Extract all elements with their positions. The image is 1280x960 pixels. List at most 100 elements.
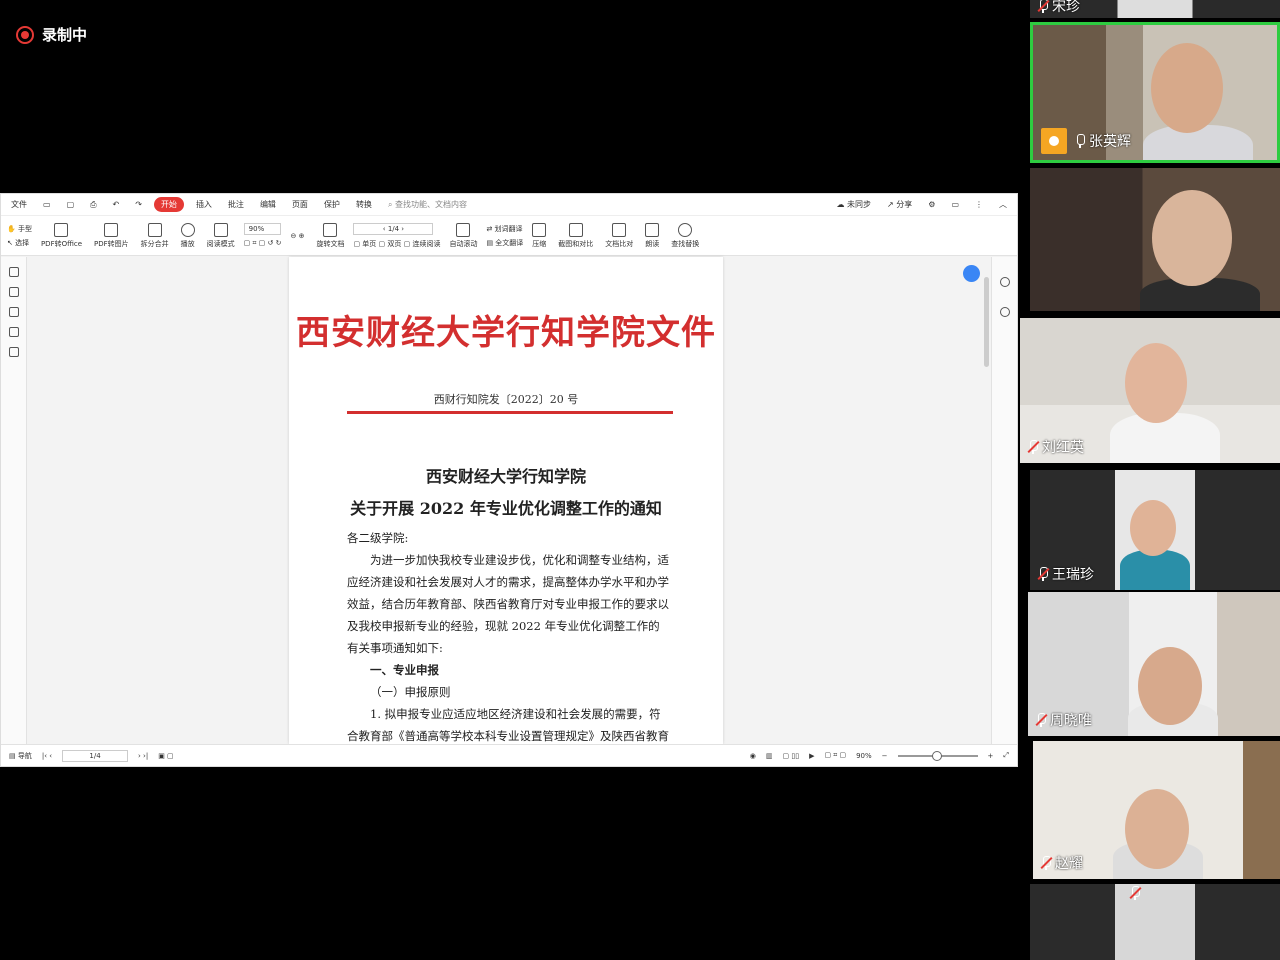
more-icon[interactable]: ⋮ xyxy=(971,198,987,211)
thumbnail-icon[interactable] xyxy=(8,287,19,297)
layout-icon[interactable]: ▥ xyxy=(766,752,773,760)
view-modes[interactable]: ▢ 单页 ▢ 双页 ▢ 连续阅读 xyxy=(353,239,440,249)
participant-name: 刘红英 xyxy=(1027,437,1084,457)
play-icon xyxy=(180,222,195,237)
adjust-icon[interactable] xyxy=(999,307,1010,317)
document-number: 西财行知院发〔2022〕20 号 xyxy=(433,393,579,406)
scroll-icon xyxy=(456,222,471,237)
screenshot-compare-button[interactable]: 截图和对比 xyxy=(555,222,596,249)
collapse-icon[interactable]: ︿ xyxy=(995,197,1011,212)
pdf-to-image-button[interactable]: PDF转图片 xyxy=(91,222,132,249)
share-button[interactable]: ↗ 分享 xyxy=(883,197,916,212)
paragraph-1: 为进一步加快我校专业建设步伐，优化和调整专业结构，适应经济建设和社会发展对人才的… xyxy=(347,553,669,655)
rotate-button[interactable]: 旋转文档 xyxy=(313,222,347,249)
participant-tile[interactable] xyxy=(1030,168,1280,311)
status-bar: ▤ 导航 |‹ ‹ 1/4 › ›| ▣ ▢ ◉ ▥ ▢ ▯▯ ▶ ▢ ⌗ ▢ … xyxy=(1,744,1017,766)
doc-compare-button[interactable]: 文档比对 xyxy=(602,222,636,249)
read-aloud-button[interactable]: 朗读 xyxy=(642,222,662,249)
participant-name: 张英辉 xyxy=(1041,128,1131,154)
print-icon[interactable]: ⎙ xyxy=(86,198,100,212)
zoom-buttons[interactable]: ⊖ ⊕ xyxy=(287,232,307,240)
participant-tile[interactable]: 赵耀 xyxy=(1033,741,1280,879)
split-merge-button[interactable]: 拆分合并 xyxy=(138,222,172,249)
save-icon[interactable]: ▢ xyxy=(63,198,79,211)
video-feed xyxy=(1030,168,1280,311)
page-view-icons[interactable]: ▢ ▯▯ xyxy=(783,752,800,760)
settings-icon[interactable]: ⚙ xyxy=(924,198,939,211)
bookmark-icon[interactable] xyxy=(8,267,19,277)
zoom-select[interactable]: 90% xyxy=(243,223,282,235)
tab-page[interactable]: 页面 xyxy=(288,197,312,212)
meeting-window: 录制中 文件 ▭ ▢ ⎙ ↶ ↷ 开始 插入 批注 编辑 页面 保护 转换 ⌕ … xyxy=(0,0,1280,960)
tab-annotate[interactable]: 批注 xyxy=(224,197,248,212)
red-rule xyxy=(347,411,673,414)
first-page-icon[interactable]: |‹ ‹ xyxy=(42,752,52,760)
play-status-icon[interactable]: ▶ xyxy=(809,752,814,760)
fullscreen-icon[interactable]: ⤢ xyxy=(1003,751,1009,760)
participant-tile[interactable]: 宋珍 xyxy=(1030,0,1280,18)
compress-button[interactable]: 压缩 xyxy=(529,222,549,249)
participant-tile[interactable]: 刘红英 xyxy=(1020,318,1280,463)
tab-start[interactable]: 开始 xyxy=(153,197,184,212)
zoom-out-icon[interactable]: − xyxy=(882,752,888,760)
status-zoom[interactable]: 90% xyxy=(856,752,872,760)
menu-file[interactable]: 文件 xyxy=(7,197,31,212)
mic-muted-icon xyxy=(1129,886,1142,900)
tab-convert[interactable]: 转换 xyxy=(352,197,376,212)
section-1: 一、专业申报 xyxy=(370,663,439,677)
recording-indicator[interactable]: 录制中 xyxy=(16,24,87,45)
participant-tile[interactable] xyxy=(1030,884,1280,960)
folder-icon[interactable]: ▭ xyxy=(39,198,55,211)
shared-screen: 文件 ▭ ▢ ⎙ ↶ ↷ 开始 插入 批注 编辑 页面 保护 转换 ⌕ 查找功能… xyxy=(0,193,1018,767)
comment-icon[interactable]: ▭ xyxy=(947,198,963,211)
mic-muted-icon xyxy=(1040,856,1053,870)
pdf-to-office-button[interactable]: PDF转Office xyxy=(38,222,85,249)
participant-tile-active[interactable]: 张英辉 xyxy=(1030,22,1280,163)
select-tool[interactable]: ↖ 选择 xyxy=(7,238,32,248)
zoom-slider[interactable] xyxy=(897,750,978,761)
tab-edit[interactable]: 编辑 xyxy=(256,197,280,212)
wps-menubar: 文件 ▭ ▢ ⎙ ↶ ↷ 开始 插入 批注 编辑 页面 保护 转换 ⌕ 查找功能… xyxy=(1,194,1017,216)
recording-label: 录制中 xyxy=(42,26,88,44)
mic-icon xyxy=(1075,134,1085,148)
comment-list-icon[interactable] xyxy=(8,307,19,317)
help-icon[interactable] xyxy=(999,277,1010,287)
next-page-icon[interactable]: › ›| xyxy=(138,752,148,760)
redo-icon[interactable]: ↷ xyxy=(131,198,146,211)
page-input[interactable]: ‹ 1/4 › xyxy=(353,222,434,235)
status-page-input[interactable]: 1/4 xyxy=(62,749,129,762)
eye-icon[interactable]: ◉ xyxy=(750,752,756,760)
feature-search[interactable]: ⌕ 查找功能、文档内容 xyxy=(384,197,471,212)
zoom-in-icon[interactable]: + xyxy=(988,752,994,760)
nav-toggle[interactable]: ▤ 导航 xyxy=(9,751,32,761)
auto-scroll-button[interactable]: 自动滚动 xyxy=(446,222,480,249)
translate-full-button[interactable]: ▤ 全文翻译 xyxy=(486,238,523,248)
translate-word-button[interactable]: ⇄ 划词翻译 xyxy=(486,224,523,234)
mic-muted-icon xyxy=(1035,713,1048,727)
hand-tool[interactable]: ✋ 手型 xyxy=(7,224,32,234)
find-replace-button[interactable]: 查找替换 xyxy=(668,222,702,249)
salutation: 各二级学院: xyxy=(347,531,409,545)
float-tool-icon[interactable] xyxy=(963,265,980,282)
participant-tile[interactable]: 王瑞珍 xyxy=(1030,470,1280,590)
sync-status[interactable]: ☁ 未同步 xyxy=(832,197,875,212)
participant-name: 宋珍 xyxy=(1037,0,1080,16)
participant-name: 赵耀 xyxy=(1040,853,1083,873)
fit-icons-status[interactable]: ▢ ⌗ ▢ xyxy=(824,751,846,760)
participant-name: 王瑞珍 xyxy=(1037,564,1094,584)
undo-icon[interactable]: ↶ xyxy=(109,198,124,211)
participant-name xyxy=(1129,886,1144,900)
rotate-icon xyxy=(323,222,338,237)
mic-muted-icon xyxy=(1037,0,1050,13)
document-area: 西安财经大学行知学院文件 西财行知院发〔2022〕20 号 西安财经大学行知学院… xyxy=(1,257,1017,765)
attachment-icon[interactable] xyxy=(8,327,19,337)
tab-protect[interactable]: 保护 xyxy=(320,197,344,212)
signature-icon[interactable] xyxy=(8,347,19,357)
vertical-scrollbar[interactable] xyxy=(984,277,989,367)
fit-icons[interactable]: ▢ ⌗ ▢ ↺ ↻ xyxy=(244,239,282,248)
read-mode-button[interactable]: 阅读模式 xyxy=(204,222,238,249)
tab-insert[interactable]: 插入 xyxy=(192,197,216,212)
participant-tile[interactable]: 周晓唯 xyxy=(1028,592,1280,736)
fit-width-icon[interactable]: ▣ ▢ xyxy=(158,752,173,760)
play-button[interactable]: 播放 xyxy=(178,222,198,249)
